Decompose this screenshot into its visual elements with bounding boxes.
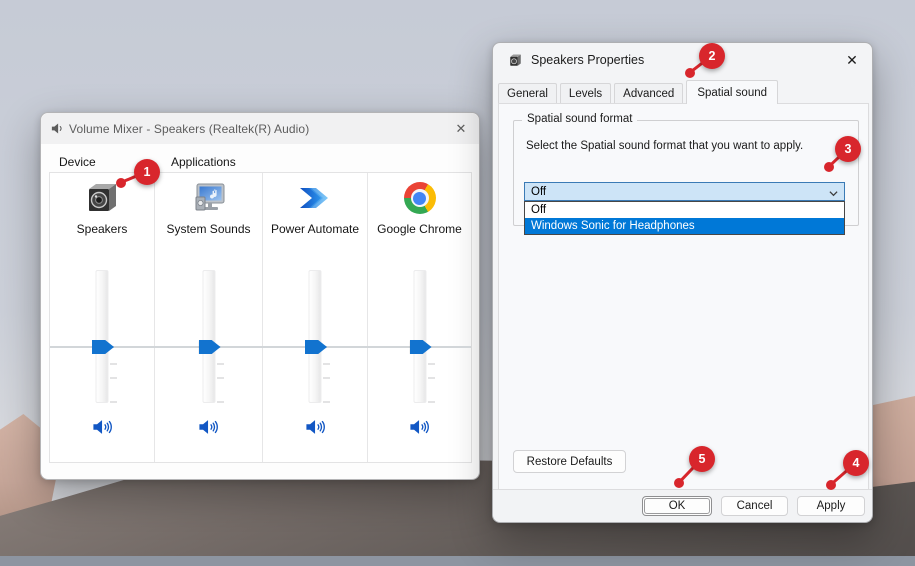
mute-button[interactable] bbox=[304, 416, 327, 438]
properties-titlebar: Speakers Properties ✕ bbox=[493, 43, 872, 77]
volume-slider-track[interactable] bbox=[96, 270, 109, 403]
annotation-badge-5: 5 bbox=[689, 446, 715, 472]
tabstrip: General Levels Advanced Spatial sound bbox=[498, 80, 778, 104]
google-chrome-icon bbox=[404, 182, 436, 214]
channel-speakers: Speakers bbox=[50, 173, 154, 462]
volume-slider-thumb[interactable] bbox=[92, 340, 114, 354]
mute-button[interactable] bbox=[408, 416, 431, 438]
volume-slider-track[interactable] bbox=[309, 270, 322, 403]
dialog-footer: OK Cancel Apply bbox=[493, 489, 872, 522]
channel-label: Power Automate bbox=[263, 222, 367, 236]
tab-advanced[interactable]: Advanced bbox=[614, 83, 683, 103]
volume-mixer-window: Volume Mixer - Speakers (Realtek(R) Audi… bbox=[40, 112, 480, 480]
channel-label: Google Chrome bbox=[368, 222, 471, 236]
combobox-value: Off bbox=[531, 186, 546, 198]
tab-spatial-sound[interactable]: Spatial sound bbox=[686, 80, 778, 104]
tab-general[interactable]: General bbox=[498, 83, 557, 103]
volume-slider-thumb[interactable] bbox=[410, 340, 432, 354]
volume-mixer-titlebar: Volume Mixer - Speakers (Realtek(R) Audi… bbox=[41, 113, 479, 144]
close-icon[interactable]: ✕ bbox=[838, 47, 866, 73]
slider-tick bbox=[428, 363, 435, 365]
slider-tick bbox=[217, 377, 224, 379]
annotation-dot bbox=[824, 162, 834, 172]
speaker-box-icon bbox=[508, 53, 523, 68]
slider-tick bbox=[217, 363, 224, 365]
volume-slider-thumb[interactable] bbox=[199, 340, 221, 354]
mute-button[interactable] bbox=[197, 416, 220, 438]
applications-section-label: Applications bbox=[171, 155, 236, 169]
channel-label: Speakers bbox=[50, 222, 154, 236]
slider-tick bbox=[428, 401, 435, 403]
slider-tick bbox=[323, 363, 330, 365]
spatial-format-description: Select the Spatial sound format that you… bbox=[526, 140, 803, 152]
spatial-format-dropdown-list: Off Windows Sonic for Headphones bbox=[524, 201, 845, 235]
spatial-sound-tab-page: Spatial sound format Select the Spatial … bbox=[498, 103, 869, 490]
dropdown-option-windows-sonic[interactable]: Windows Sonic for Headphones bbox=[525, 218, 844, 234]
speakers-device-icon bbox=[83, 181, 121, 215]
annotation-dot bbox=[826, 480, 836, 490]
cancel-button[interactable]: Cancel bbox=[721, 496, 788, 516]
ok-button[interactable]: OK bbox=[642, 496, 712, 516]
slider-tick bbox=[217, 401, 224, 403]
restore-defaults-button[interactable]: Restore Defaults bbox=[513, 450, 626, 473]
annotation-badge-3: 3 bbox=[835, 136, 861, 162]
device-section-label: Device bbox=[59, 155, 96, 169]
slider-tick bbox=[428, 377, 435, 379]
apply-button[interactable]: Apply bbox=[797, 496, 865, 516]
annotation-badge-1: 1 bbox=[134, 159, 160, 185]
dropdown-option-off[interactable]: Off bbox=[525, 202, 844, 218]
desktop: Volume Mixer - Speakers (Realtek(R) Audi… bbox=[0, 0, 915, 566]
speakers-properties-window: Speakers Properties ✕ General Levels Adv… bbox=[492, 42, 873, 523]
slider-tick bbox=[110, 401, 117, 403]
volume-slider-thumb[interactable] bbox=[305, 340, 327, 354]
groupbox-legend: Spatial sound format bbox=[522, 113, 637, 125]
tab-levels[interactable]: Levels bbox=[560, 83, 611, 103]
annotation-badge-2: 2 bbox=[699, 43, 725, 69]
annotation-dot bbox=[116, 178, 126, 188]
slider-tick bbox=[110, 377, 117, 379]
power-automate-icon bbox=[296, 181, 334, 215]
window-title: Speakers Properties bbox=[531, 53, 644, 67]
slider-tick bbox=[323, 401, 330, 403]
system-sounds-icon bbox=[190, 181, 228, 215]
spatial-format-combobox[interactable]: Off bbox=[524, 182, 845, 201]
window-title: Volume Mixer - Speakers (Realtek(R) Audi… bbox=[69, 122, 309, 136]
volume-slider-track[interactable] bbox=[413, 270, 426, 403]
channel-label: System Sounds bbox=[155, 222, 262, 236]
slider-tick bbox=[323, 377, 330, 379]
annotation-dot bbox=[674, 478, 684, 488]
annotation-dot bbox=[685, 68, 695, 78]
mixer-panel: Speakers bbox=[49, 172, 472, 463]
chevron-down-icon bbox=[829, 189, 837, 197]
speaker-icon bbox=[50, 121, 65, 136]
channel-system-sounds: System Sounds bbox=[154, 173, 262, 462]
annotation-badge-4: 4 bbox=[843, 450, 869, 476]
channel-power-automate: Power Automate bbox=[262, 173, 367, 462]
chrome-hub-blue bbox=[413, 192, 426, 205]
channel-google-chrome: Google Chrome bbox=[367, 173, 471, 462]
close-icon[interactable]: ✕ bbox=[448, 116, 474, 141]
volume-slider-track[interactable] bbox=[202, 270, 215, 403]
slider-tick bbox=[110, 363, 117, 365]
mute-button[interactable] bbox=[91, 416, 114, 438]
wallpaper-bottom-band bbox=[0, 556, 915, 566]
